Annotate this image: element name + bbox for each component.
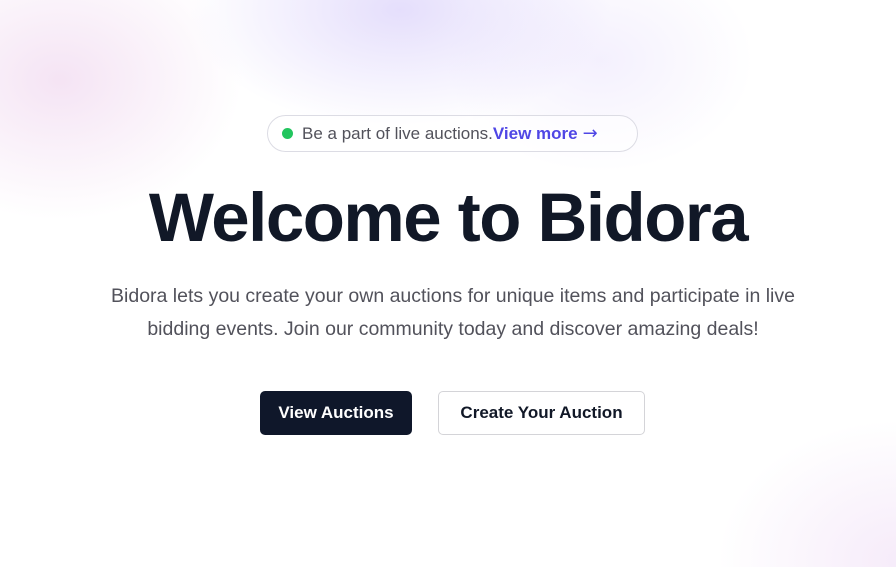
- announcement-text: Be a part of live auctions.: [302, 123, 493, 143]
- view-auctions-button[interactable]: View Auctions: [260, 391, 412, 435]
- hero-description: Bidora lets you create your own auctions…: [111, 285, 795, 340]
- page-title: Welcome to Bidora: [148, 179, 749, 256]
- view-more-link[interactable]: View more →: [493, 123, 598, 144]
- announcement-pill: Be a part of live auctions. View more →: [267, 115, 638, 152]
- arrow-right-icon: →: [582, 123, 598, 144]
- view-more-label: View more: [492, 123, 578, 143]
- live-status-dot-icon: [282, 128, 293, 139]
- hero-section: Be a part of live auctions. View more → …: [0, 0, 896, 567]
- create-auction-button[interactable]: Create Your Auction: [438, 391, 645, 435]
